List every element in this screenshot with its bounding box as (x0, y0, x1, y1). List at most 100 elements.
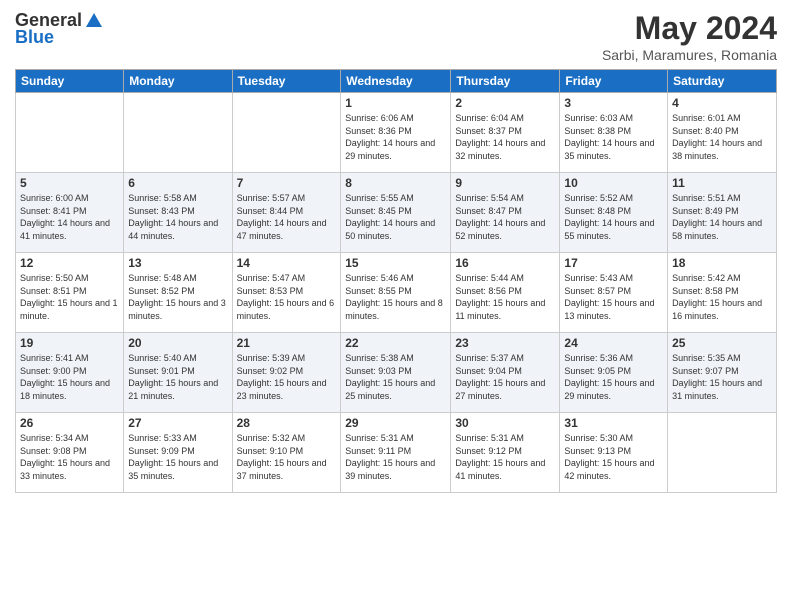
day-info: Sunrise: 6:00 AM Sunset: 8:41 PM Dayligh… (20, 192, 119, 242)
logo-blue: Blue (15, 27, 54, 48)
col-wednesday: Wednesday (341, 70, 451, 93)
day-number: 11 (672, 176, 772, 190)
day-number: 13 (128, 256, 227, 270)
day-number: 2 (455, 96, 555, 110)
table-row: 7 Sunrise: 5:57 AM Sunset: 8:44 PM Daylig… (232, 173, 341, 253)
table-row: 29 Sunrise: 5:31 AM Sunset: 9:11 PM Dayli… (341, 413, 451, 493)
logo: General Blue (15, 10, 104, 48)
table-row: 26Sunrise: 5:34 AM Sunset: 9:08 PM Dayli… (16, 413, 124, 493)
table-row: 18 Sunrise: 5:42 AM Sunset: 8:58 PM Dayli… (668, 253, 777, 333)
table-row: 28 Sunrise: 5:32 AM Sunset: 9:10 PM Dayli… (232, 413, 341, 493)
day-info: Sunrise: 5:37 AM Sunset: 9:04 PM Dayligh… (455, 352, 555, 402)
table-row: 9 Sunrise: 5:54 AM Sunset: 8:47 PM Daylig… (451, 173, 560, 253)
day-info: Sunrise: 5:51 AM Sunset: 8:49 PM Dayligh… (672, 192, 772, 242)
table-row: 27 Sunrise: 5:33 AM Sunset: 9:09 PM Dayli… (124, 413, 232, 493)
table-row: 21 Sunrise: 5:39 AM Sunset: 9:02 PM Dayli… (232, 333, 341, 413)
day-number: 5 (20, 176, 119, 190)
day-info: Sunrise: 5:58 AM Sunset: 8:43 PM Dayligh… (128, 192, 227, 242)
header: General Blue May 2024 Sarbi, Maramures, … (15, 10, 777, 63)
table-row: 17 Sunrise: 5:43 AM Sunset: 8:57 PM Dayli… (560, 253, 668, 333)
day-info: Sunrise: 5:50 AM Sunset: 8:51 PM Dayligh… (20, 272, 119, 322)
table-row: 2 Sunrise: 6:04 AM Sunset: 8:37 PM Daylig… (451, 93, 560, 173)
table-row: 30Sunrise: 5:31 AM Sunset: 9:12 PM Dayli… (451, 413, 560, 493)
table-row: 1 Sunrise: 6:06 AM Sunset: 8:36 PM Daylig… (341, 93, 451, 173)
day-info: Sunrise: 5:41 AM Sunset: 9:00 PM Dayligh… (20, 352, 119, 402)
table-row (124, 93, 232, 173)
table-row: 10 Sunrise: 5:52 AM Sunset: 8:48 PM Dayli… (560, 173, 668, 253)
table-row: 20Sunrise: 5:40 AM Sunset: 9:01 PM Dayli… (124, 333, 232, 413)
day-number: 16 (455, 256, 555, 270)
day-info: Sunrise: 5:43 AM Sunset: 8:57 PM Dayligh… (564, 272, 663, 322)
day-info: Sunrise: 5:47 AM Sunset: 8:53 PM Dayligh… (237, 272, 337, 322)
day-info: Sunrise: 5:57 AM Sunset: 8:44 PM Dayligh… (237, 192, 337, 242)
day-info: Sunrise: 5:54 AM Sunset: 8:47 PM Dayligh… (455, 192, 555, 242)
calendar-week-row: 26Sunrise: 5:34 AM Sunset: 9:08 PM Dayli… (16, 413, 777, 493)
table-row: 24 Sunrise: 5:36 AM Sunset: 9:05 PM Dayli… (560, 333, 668, 413)
day-number: 10 (564, 176, 663, 190)
month-year-title: May 2024 (602, 10, 777, 47)
day-info: Sunrise: 6:01 AM Sunset: 8:40 PM Dayligh… (672, 112, 772, 162)
day-info: Sunrise: 5:39 AM Sunset: 9:02 PM Dayligh… (237, 352, 337, 402)
title-block: May 2024 Sarbi, Maramures, Romania (602, 10, 777, 63)
day-number: 4 (672, 96, 772, 110)
day-number: 21 (237, 336, 337, 350)
day-number: 22 (345, 336, 446, 350)
table-row: 11 Sunrise: 5:51 AM Sunset: 8:49 PM Dayli… (668, 173, 777, 253)
day-number: 15 (345, 256, 446, 270)
day-number: 26 (20, 416, 119, 430)
day-info: Sunrise: 6:06 AM Sunset: 8:36 PM Dayligh… (345, 112, 446, 162)
day-number: 29 (345, 416, 446, 430)
day-number: 9 (455, 176, 555, 190)
calendar-header-row: Sunday Monday Tuesday Wednesday Thursday… (16, 70, 777, 93)
day-number: 31 (564, 416, 663, 430)
day-info: Sunrise: 5:52 AM Sunset: 8:48 PM Dayligh… (564, 192, 663, 242)
table-row (232, 93, 341, 173)
table-row (668, 413, 777, 493)
logo-icon (84, 11, 104, 31)
day-number: 6 (128, 176, 227, 190)
table-row: 5 Sunrise: 6:00 AM Sunset: 8:41 PM Daylig… (16, 173, 124, 253)
day-number: 7 (237, 176, 337, 190)
calendar-week-row: 5 Sunrise: 6:00 AM Sunset: 8:41 PM Daylig… (16, 173, 777, 253)
day-number: 12 (20, 256, 119, 270)
day-info: Sunrise: 5:31 AM Sunset: 9:12 PM Dayligh… (455, 432, 555, 482)
day-info: Sunrise: 5:48 AM Sunset: 8:52 PM Dayligh… (128, 272, 227, 322)
day-info: Sunrise: 5:46 AM Sunset: 8:55 PM Dayligh… (345, 272, 446, 322)
day-number: 24 (564, 336, 663, 350)
col-sunday: Sunday (16, 70, 124, 93)
table-row: 12 Sunrise: 5:50 AM Sunset: 8:51 PM Dayli… (16, 253, 124, 333)
table-row: 4 Sunrise: 6:01 AM Sunset: 8:40 PM Daylig… (668, 93, 777, 173)
table-row: 14 Sunrise: 5:47 AM Sunset: 8:53 PM Dayli… (232, 253, 341, 333)
day-number: 28 (237, 416, 337, 430)
table-row: 15 Sunrise: 5:46 AM Sunset: 8:55 PM Dayli… (341, 253, 451, 333)
day-info: Sunrise: 5:36 AM Sunset: 9:05 PM Dayligh… (564, 352, 663, 402)
day-info: Sunrise: 5:40 AM Sunset: 9:01 PM Dayligh… (128, 352, 227, 402)
day-number: 27 (128, 416, 227, 430)
table-row: 16Sunrise: 5:44 AM Sunset: 8:56 PM Dayli… (451, 253, 560, 333)
calendar-table: Sunday Monday Tuesday Wednesday Thursday… (15, 69, 777, 493)
table-row: 31Sunrise: 5:30 AM Sunset: 9:13 PM Dayli… (560, 413, 668, 493)
day-info: Sunrise: 5:32 AM Sunset: 9:10 PM Dayligh… (237, 432, 337, 482)
day-number: 18 (672, 256, 772, 270)
day-info: Sunrise: 5:55 AM Sunset: 8:45 PM Dayligh… (345, 192, 446, 242)
col-thursday: Thursday (451, 70, 560, 93)
table-row: 25 Sunrise: 5:35 AM Sunset: 9:07 PM Dayli… (668, 333, 777, 413)
calendar-week-row: 1 Sunrise: 6:06 AM Sunset: 8:36 PM Daylig… (16, 93, 777, 173)
day-info: Sunrise: 5:31 AM Sunset: 9:11 PM Dayligh… (345, 432, 446, 482)
day-number: 1 (345, 96, 446, 110)
table-row: 8 Sunrise: 5:55 AM Sunset: 8:45 PM Daylig… (341, 173, 451, 253)
day-number: 8 (345, 176, 446, 190)
day-number: 17 (564, 256, 663, 270)
day-info: Sunrise: 5:38 AM Sunset: 9:03 PM Dayligh… (345, 352, 446, 402)
day-info: Sunrise: 5:33 AM Sunset: 9:09 PM Dayligh… (128, 432, 227, 482)
day-info: Sunrise: 5:35 AM Sunset: 9:07 PM Dayligh… (672, 352, 772, 402)
col-tuesday: Tuesday (232, 70, 341, 93)
day-number: 25 (672, 336, 772, 350)
page: General Blue May 2024 Sarbi, Maramures, … (0, 0, 792, 612)
day-info: Sunrise: 5:42 AM Sunset: 8:58 PM Dayligh… (672, 272, 772, 322)
day-number: 3 (564, 96, 663, 110)
day-info: Sunrise: 6:04 AM Sunset: 8:37 PM Dayligh… (455, 112, 555, 162)
col-saturday: Saturday (668, 70, 777, 93)
table-row: 22 Sunrise: 5:38 AM Sunset: 9:03 PM Dayli… (341, 333, 451, 413)
day-number: 14 (237, 256, 337, 270)
